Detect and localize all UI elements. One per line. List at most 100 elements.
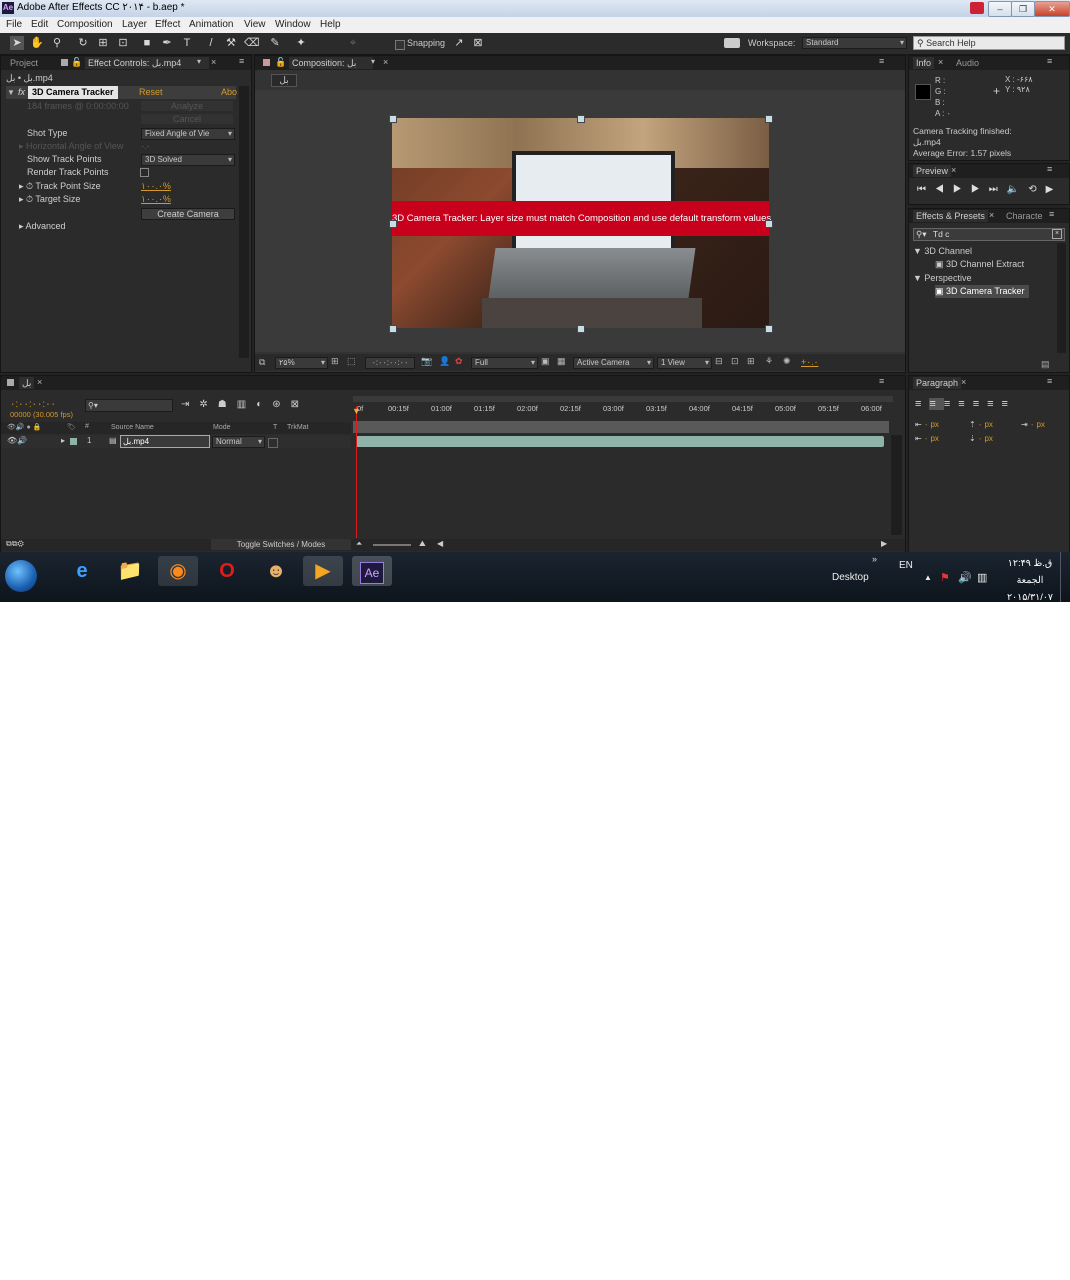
panel-menu-icon[interactable]: ≡ xyxy=(1047,164,1052,174)
scroll-right-icon[interactable]: ▶ xyxy=(881,539,887,548)
firefox-icon[interactable]: ◉ xyxy=(158,556,198,586)
after-effects-taskbar-icon[interactable]: Ae xyxy=(352,556,392,586)
fx-icon[interactable]: fx xyxy=(18,86,25,99)
toggle-pixel-aspect-icon[interactable]: ⊟ xyxy=(715,356,723,367)
channels-icon[interactable]: ✿ xyxy=(455,356,463,367)
snap-features-icon[interactable]: ⊠ xyxy=(471,36,485,50)
puppet-pin-icon[interactable]: ✦ xyxy=(294,36,308,50)
snapping-checkbox[interactable] xyxy=(395,40,405,50)
graph-editor-icon[interactable]: ⊛ xyxy=(272,399,290,410)
close-tab-icon[interactable]: × xyxy=(211,57,216,67)
frame-blending-icon[interactable]: ▥ xyxy=(237,399,256,410)
close-tab-icon[interactable]: × xyxy=(961,377,966,387)
tab-paragraph[interactable]: Paragraph xyxy=(913,377,962,389)
resolution-select[interactable]: Full xyxy=(471,357,538,369)
loop-icon[interactable]: ⟲ xyxy=(1028,184,1045,195)
track-point-size-row[interactable]: ▸ ⏱ Track Point Size xyxy=(19,180,101,193)
zoom-tool-icon[interactable]: ⚲ xyxy=(50,36,64,50)
mask-visibility-icon[interactable]: ⬚ xyxy=(347,356,356,367)
menu-file[interactable]: File xyxy=(6,19,22,30)
panel-menu-icon[interactable]: ≡ xyxy=(1047,376,1052,386)
prev-frame-icon[interactable]: ◀ xyxy=(935,184,953,195)
rotate-tool-icon[interactable]: ↻ xyxy=(76,36,90,50)
menu-animation[interactable]: Animation xyxy=(189,19,233,30)
transform-handle[interactable] xyxy=(389,115,397,123)
transparency-grid-icon[interactable]: ▦ xyxy=(557,356,566,367)
tab-preview[interactable]: Preview xyxy=(913,165,952,177)
show-desktop-button[interactable] xyxy=(1060,552,1070,602)
close-tab-icon[interactable]: × xyxy=(989,210,994,220)
show-snapshot-icon[interactable]: 👤 xyxy=(439,356,450,367)
align-left-icon[interactable]: ≡ xyxy=(915,398,929,410)
file-explorer-icon[interactable]: 📁 xyxy=(110,556,150,586)
preserve-transparency-checkbox[interactable] xyxy=(268,438,278,448)
panel-menu-icon[interactable]: ≡ xyxy=(879,376,884,386)
workspace-select[interactable]: Standard xyxy=(802,37,907,49)
snapshot-icon[interactable]: 📷 xyxy=(421,356,432,367)
title-safe-icon[interactable]: ⊞ xyxy=(331,356,339,367)
always-preview-icon[interactable]: ⧉ xyxy=(259,357,265,368)
track-point-size-value[interactable]: ۱۰۰.۰% xyxy=(141,180,171,193)
first-line-indent-value[interactable]: ۰ px xyxy=(924,434,939,443)
layer-switches-icon[interactable]: ⧉⧉⚙ xyxy=(6,539,24,549)
reset-link[interactable]: Reset xyxy=(139,86,163,99)
ram-preview-icon[interactable]: ▶ xyxy=(1046,184,1063,195)
stopwatch-icon[interactable]: ⏱ xyxy=(26,181,33,191)
draft-3d-icon[interactable]: ✲ xyxy=(199,399,217,410)
justify-right-icon[interactable]: ≡ xyxy=(987,398,1001,410)
layer-mode-select[interactable]: Normal xyxy=(212,436,265,448)
scroll-left-icon[interactable]: ◀ xyxy=(437,539,443,548)
fast-previews-icon[interactable]: ⊡ xyxy=(731,356,739,367)
zoom-in-icon[interactable]: ⛰ xyxy=(419,539,426,549)
clone-stamp-icon[interactable]: ⚒ xyxy=(224,36,238,50)
indent-left-value[interactable]: ۰ px xyxy=(924,420,939,429)
layer-visibility-icon[interactable]: 👁🔊 xyxy=(7,436,27,445)
menu-view[interactable]: View xyxy=(244,19,266,30)
camera-orbit-icon[interactable]: ⊞ xyxy=(96,36,110,50)
space-before-value[interactable]: ۰ px xyxy=(978,420,993,429)
flowchart-icon[interactable]: ⚘ xyxy=(765,356,773,367)
effect-controls-scrollbar[interactable] xyxy=(239,86,249,358)
timeline-icon[interactable]: ⊞ xyxy=(747,356,755,367)
playhead-icon[interactable]: ▼ xyxy=(352,406,361,416)
tab-info[interactable]: Info xyxy=(913,57,935,69)
analyze-button[interactable]: Analyze xyxy=(141,101,233,111)
minimize-button[interactable]: – xyxy=(988,1,1012,17)
menu-layer[interactable]: Layer xyxy=(122,19,147,30)
layer-row[interactable]: 👁🔊 ▸ 1 ▤ بل.mp4 Normal xyxy=(1,435,351,448)
network-icon[interactable]: ▥ xyxy=(977,571,987,584)
new-folder-icon[interactable]: ▤ xyxy=(1041,359,1050,370)
clear-search-icon[interactable]: × xyxy=(1052,229,1062,239)
expand-triangle-icon[interactable]: ▸ xyxy=(61,436,65,445)
layer-name[interactable]: بل.mp4 xyxy=(120,435,210,448)
volume-icon[interactable]: 🔊 xyxy=(958,571,972,584)
time-ruler[interactable]: 0f 00:15f 01:00f 01:15f 02:00f 02:15f 03… xyxy=(353,404,893,420)
camera-view-select[interactable]: Active Camera xyxy=(573,357,654,369)
chevron-down-icon[interactable]: ▾ xyxy=(371,57,375,66)
tree-folder-perspective[interactable]: ▼ Perspective xyxy=(913,272,971,285)
close-tab-icon[interactable]: × xyxy=(951,165,956,175)
show-track-points-select[interactable]: 3D Solved xyxy=(141,154,235,166)
lock-icon[interactable]: 🔓 xyxy=(275,57,286,68)
tree-folder-3d-channel[interactable]: ▼ 3D Channel xyxy=(913,245,972,258)
close-tab-icon[interactable]: × xyxy=(383,57,388,67)
eraser-tool-icon[interactable]: ⌫ xyxy=(244,36,260,50)
last-frame-icon[interactable]: ⏭ xyxy=(989,184,1007,195)
horizontal-angle-row[interactable]: ▸ Horizontal Angle of View xyxy=(19,140,123,153)
cancel-button[interactable]: Cancel xyxy=(141,114,233,124)
hand-tool-icon[interactable]: ✋ xyxy=(30,36,44,50)
space-after-value[interactable]: ۰ px xyxy=(978,434,993,443)
shy-layers-icon[interactable]: ☗ xyxy=(218,399,237,410)
target-size-row[interactable]: ▸ ⏱ Target Size xyxy=(19,193,80,206)
opera-icon[interactable]: O xyxy=(207,556,247,586)
comp-mini-flowchart-icon[interactable]: ⇥ xyxy=(181,399,199,410)
layer-duration-bar[interactable] xyxy=(356,436,884,447)
work-area-bar[interactable] xyxy=(353,396,893,402)
toggle-switches-modes[interactable]: Toggle Switches / Modes xyxy=(211,539,351,550)
chevron-down-icon[interactable]: ▾ xyxy=(197,57,201,66)
transform-handle[interactable] xyxy=(577,115,585,123)
timeline-search-input[interactable]: ⚲▾ xyxy=(85,399,173,412)
justify-center-icon[interactable]: ≡ xyxy=(973,398,987,410)
transform-handle[interactable] xyxy=(389,220,397,228)
timeline-timecode[interactable]: ۰:۰۰:۰۰:۰۰ xyxy=(10,399,56,410)
